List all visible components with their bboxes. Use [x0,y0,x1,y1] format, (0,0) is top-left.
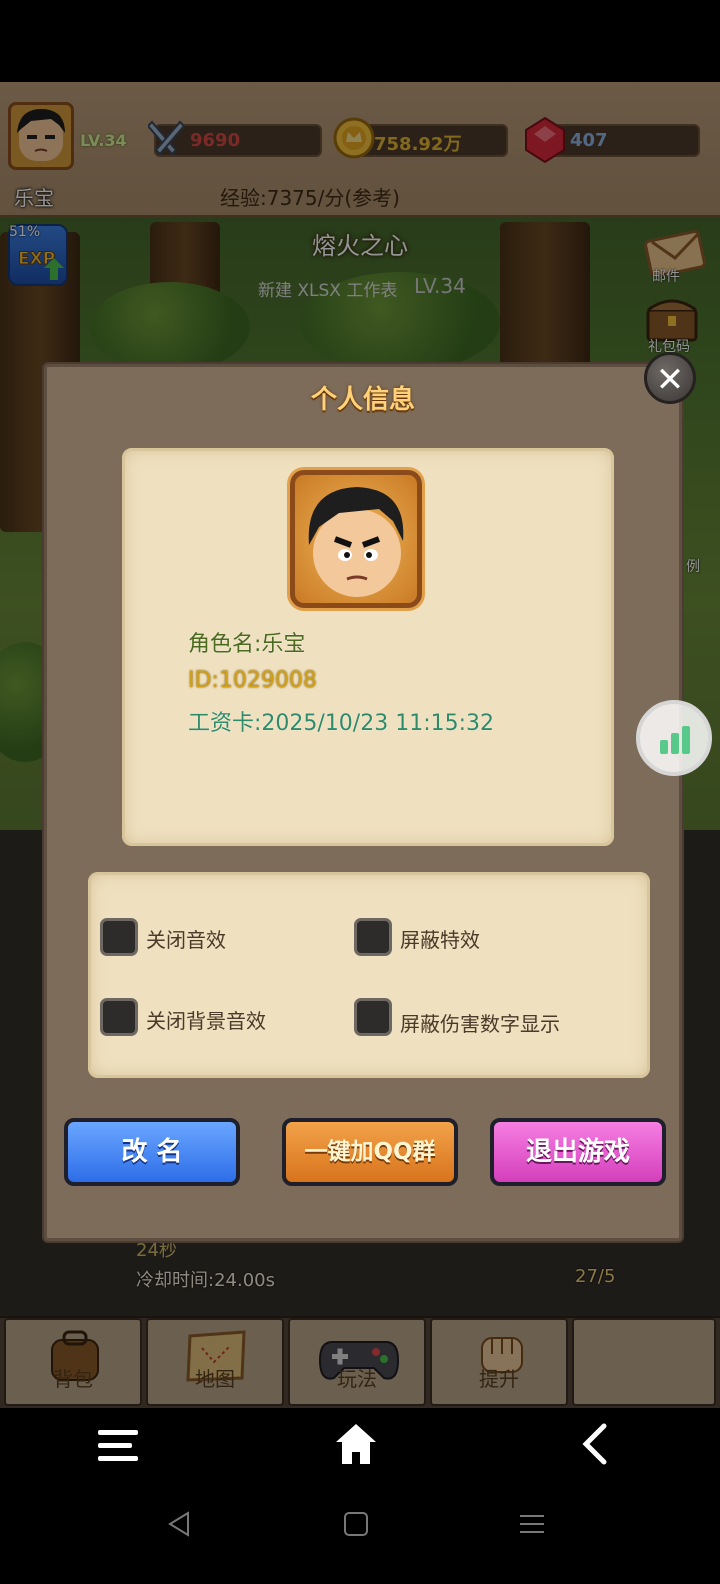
dialog-title: 个人信息 [310,385,415,415]
mute-bgm-label: 关闭背景音效 [146,1009,266,1033]
role-name: 角色名:乐宝 [188,632,306,657]
hide-effects-label: 屏蔽特效 [400,928,480,952]
settings-card [88,872,650,1078]
close-button[interactable]: ✕ [644,352,696,404]
system-home-icon[interactable] [342,1510,370,1538]
floating-assist-button[interactable] [636,700,712,776]
rename-button[interactable]: 改 名 [64,1118,240,1186]
mute-bgm-checkbox[interactable] [100,998,138,1036]
hide-damage-numbers-checkbox[interactable] [354,998,392,1036]
join-qq-group-button[interactable]: 一键加QQ群 [282,1118,458,1186]
mute-sfx-checkbox[interactable] [100,918,138,956]
close-icon: ✕ [655,360,685,400]
exit-game-button[interactable]: 退出游戏 [490,1118,666,1186]
profile-avatar [290,470,422,608]
hide-effects-checkbox[interactable] [354,918,392,956]
hide-damage-numbers-label: 屏蔽伤害数字显示 [400,1012,560,1036]
player-id: ID:1029008 [188,668,317,693]
salary-card: 工资卡:2025/10/23 11:15:32 [188,711,495,736]
bar-chart-icon [660,726,690,754]
back-icon[interactable] [580,1422,610,1466]
menu-icon[interactable] [96,1426,140,1466]
mute-sfx-label: 关闭音效 [146,928,226,952]
system-back-icon[interactable] [166,1510,194,1538]
character-face-icon [308,487,404,597]
home-icon[interactable] [334,1422,378,1466]
system-recents-icon[interactable] [518,1510,546,1538]
